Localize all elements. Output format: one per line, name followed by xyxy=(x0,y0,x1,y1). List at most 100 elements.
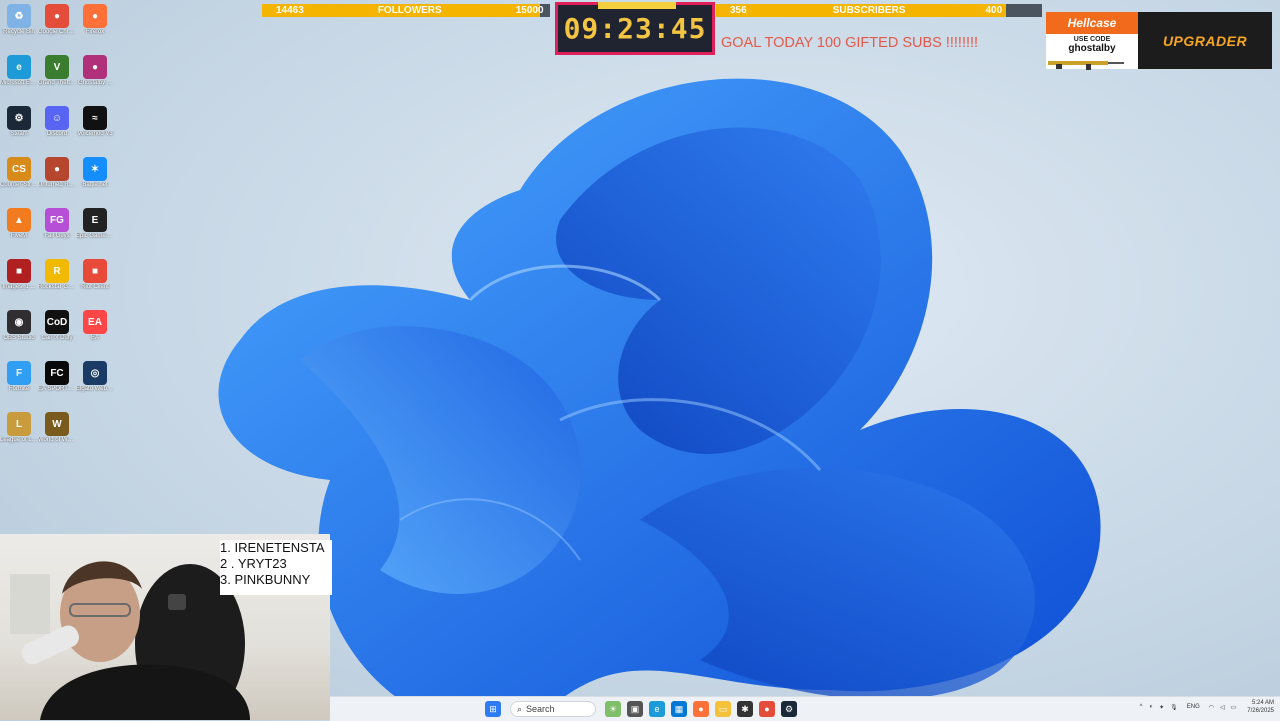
desktop-icon-label: Images_1 ... xyxy=(2,284,36,290)
search-icon: ⌕ xyxy=(517,703,523,714)
desktop-icon[interactable]: ● Firefox xyxy=(76,4,114,36)
desktop-icon-label: EA SPORTS FC 25 xyxy=(38,386,76,392)
desktop-icon-label: Microsoft Edge xyxy=(0,80,38,86)
desktop-icon[interactable]: ■ Images_1 ... xyxy=(0,259,38,291)
top-list-item: 2 . YRYT23 xyxy=(220,556,287,571)
desktop-icon[interactable]: ◉ OBS Studio xyxy=(0,310,38,342)
app-icon: ● xyxy=(83,55,107,79)
desktop-icon[interactable]: ●Google Chrome xyxy=(38,4,76,36)
desktop-icon[interactable]: CoD Call of Duty xyxy=(38,310,76,342)
desktop-icon[interactable]: ♻ Recycle Bin xyxy=(0,4,38,36)
taskbar: ⊞ ⌕ Search ☀ ▣ e ▦ ● ▭ ✱ ● ⚙ ^ ◐ ✦ 🎙 ENG… xyxy=(330,696,1280,721)
followers-goal: 15000 xyxy=(515,5,544,16)
app-icon: ■ xyxy=(7,259,31,283)
desktop-icon[interactable]: EEpic Games Launcher xyxy=(76,208,114,240)
desktop-icon[interactable]: e Microsoft Edge xyxy=(0,55,38,87)
desktop-icon[interactable]: EA EA xyxy=(76,310,114,342)
timer-digits: 09:23:45 xyxy=(563,12,707,45)
subscribers-bar-remaining xyxy=(1006,4,1042,17)
subscribers-label: SUBSCRIBERS xyxy=(832,5,906,16)
desktop-icon-label: Ghostalby ... xyxy=(78,80,112,86)
subscribers-goal-bar: 356 SUBSCRIBERS 400 xyxy=(716,4,1042,17)
clock-time: 5:24 AM xyxy=(1251,700,1274,706)
desktop-icon[interactable]: LLeague of Legends xyxy=(0,412,38,444)
wifi-icon[interactable]: ◠ xyxy=(1209,704,1214,711)
network-icon[interactable]: ◐ xyxy=(1149,704,1153,710)
desktop-icon-label: Google Chrome xyxy=(38,29,76,35)
app-icon: ☺ xyxy=(45,106,69,130)
desktop-icon[interactable]: FG Fall Guys xyxy=(38,208,76,240)
desktop-icon[interactable]: ■ Riot Client xyxy=(76,259,114,291)
promo-cta: UPGRADER xyxy=(1138,12,1272,69)
desktop-icon[interactable]: ● Ghostalby ... xyxy=(76,55,114,87)
language-indicator[interactable]: ENG xyxy=(1187,704,1200,710)
desktop-icon[interactable]: ●Unturned Respawn xyxy=(38,157,76,189)
desktop-icon-label: Counter-Strike 2 xyxy=(0,182,38,188)
taskbar-search[interactable]: ⌕ Search xyxy=(510,701,596,717)
app-icon: E xyxy=(83,208,107,232)
mic-icon[interactable]: 🎙 xyxy=(1170,704,1178,711)
steam-icon[interactable]: ⚙ xyxy=(781,701,797,717)
task-view-icon[interactable]: ▣ xyxy=(627,701,643,717)
timer-accent xyxy=(598,2,676,9)
desktop-icon-label: Epic Games Launcher xyxy=(76,233,114,239)
app-icon: R xyxy=(45,259,69,283)
chevron-up-icon[interactable]: ^ xyxy=(1140,704,1143,710)
goal-text: GOAL TODAY 100 GIFTED SUBS !!!!!!!! xyxy=(721,35,979,51)
desktop-icon-label: Voicemod V3 xyxy=(77,131,113,137)
desktop-icon[interactable]: ⚙ Steam xyxy=(0,106,38,138)
app-icon: ✶ xyxy=(83,157,107,181)
desktop-icon-label: Steam xyxy=(10,131,28,137)
desktop-icon[interactable]: FCEA SPORTS FC 25 xyxy=(38,361,76,393)
desktop-icon[interactable]: ◎Elgato Webcam xyxy=(76,361,114,393)
bluetooth-icon[interactable]: ✦ xyxy=(1159,704,1164,711)
desktop-icon-label: Riot Client xyxy=(81,284,109,290)
start-button[interactable]: ⊞ xyxy=(485,701,501,717)
app-icon: F xyxy=(7,361,31,385)
app-icon: ◉ xyxy=(7,310,31,334)
app-icon: ♻ xyxy=(7,4,31,28)
app-icon: ● xyxy=(83,4,107,28)
store-icon[interactable]: ▦ xyxy=(671,701,687,717)
desktop-icon[interactable]: ☺ Discord xyxy=(38,106,76,138)
hellcase-promo-banner: Hellcase USE CODE ghostalby UPGRADER xyxy=(1046,12,1272,70)
chrome-icon[interactable]: ● xyxy=(759,701,775,717)
rifle-icon xyxy=(1048,61,1124,70)
desktop-icon-label: Fortnite xyxy=(8,386,30,392)
desktop-icon[interactable]: ▲ FiveM xyxy=(0,208,38,240)
app-icon: ● xyxy=(45,157,69,181)
desktop-icon-label: Grand Theft Auto V xyxy=(38,80,76,86)
desktop-icon-label: Call of Duty xyxy=(41,335,73,341)
system-tray: ^ ◐ ✦ 🎙 ENG ◠ ◁ ▭ 5:24 AM 7/26/2025 xyxy=(1136,699,1274,715)
subscribers-current: 356 xyxy=(730,5,747,16)
firefox-icon[interactable]: ● xyxy=(693,701,709,717)
desktop-icon[interactable]: WWorld of Warcraft xyxy=(38,412,76,444)
app-icon: FG xyxy=(45,208,69,232)
desktop-icon[interactable]: CSCounter-Strike 2 xyxy=(0,157,38,189)
app-icon: ◎ xyxy=(83,361,107,385)
desktop-icon[interactable]: VGrand Theft Auto V xyxy=(38,55,76,87)
desktop-icon[interactable]: ✶ Battle.net xyxy=(76,157,114,189)
desktop-icon-label: Unturned Respawn xyxy=(38,182,76,188)
followers-current: 14463 xyxy=(276,5,304,16)
desktop-icon[interactable]: RRockstar Games xyxy=(38,259,76,291)
app-icon: ● xyxy=(45,4,69,28)
app-icon: L xyxy=(7,412,31,436)
taskbar-clock[interactable]: 5:24 AM 7/26/2025 xyxy=(1247,699,1274,715)
app-icon: CoD xyxy=(45,310,69,334)
search-placeholder: Search xyxy=(526,704,555,714)
desktop-icon[interactable]: F Fortnite xyxy=(0,361,38,393)
app-icon: CS xyxy=(7,157,31,181)
desktop-icon-label: League of Legends xyxy=(0,437,38,443)
edge-icon[interactable]: e xyxy=(649,701,665,717)
file-explorer-icon[interactable]: ▭ xyxy=(715,701,731,717)
app-icon: ■ xyxy=(83,259,107,283)
desktop-icon[interactable]: ≈ Voicemod V3 xyxy=(76,106,114,138)
volume-icon[interactable]: ◁ xyxy=(1220,704,1225,711)
battery-icon[interactable]: ▭ xyxy=(1231,704,1237,711)
widgets-icon[interactable]: ☀ xyxy=(605,701,621,717)
app-icon[interactable]: ✱ xyxy=(737,701,753,717)
app-icon: V xyxy=(45,55,69,79)
app-icon: ▲ xyxy=(7,208,31,232)
promo-code-panel: Hellcase USE CODE ghostalby xyxy=(1046,12,1138,70)
